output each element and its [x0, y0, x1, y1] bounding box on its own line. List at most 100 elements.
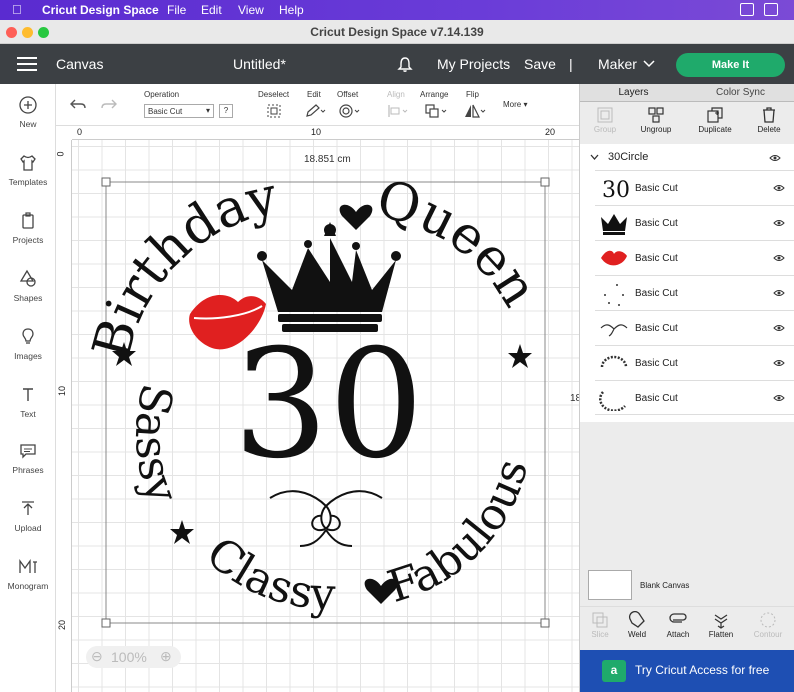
arrange-icon[interactable]: [424, 103, 450, 119]
operation-help-button[interactable]: ?: [219, 104, 233, 118]
weld-button[interactable]: Weld: [617, 607, 657, 639]
offset-icon[interactable]: [338, 103, 362, 119]
eye-icon[interactable]: [773, 359, 785, 367]
blank-canvas-swatch[interactable]: [588, 570, 632, 600]
resize-handle[interactable]: [101, 618, 111, 628]
flip-button[interactable]: Flip: [466, 90, 479, 99]
edit-button[interactable]: Edit: [307, 90, 321, 99]
nav-text[interactable]: Text: [0, 384, 56, 419]
app-menu[interactable]: Cricut Design Space: [42, 3, 159, 17]
eye-icon[interactable]: [773, 394, 785, 402]
control-icon[interactable]: [740, 3, 754, 16]
flatten-button[interactable]: Flatten: [701, 607, 741, 639]
mac-menu-bar:  Cricut Design Space File Edit View Hel…: [0, 0, 794, 20]
eye-icon[interactable]: [773, 324, 785, 332]
nav-projects[interactable]: Projects: [0, 210, 56, 245]
eject-icon[interactable]: [764, 3, 778, 16]
slice-button[interactable]: Slice: [580, 607, 620, 639]
menu-edit[interactable]: Edit: [201, 3, 222, 17]
apple-icon[interactable]: : [12, 2, 22, 17]
nav-label: Projects: [12, 235, 44, 245]
tool-label: Ungroup: [640, 125, 672, 134]
my-projects-link[interactable]: My Projects: [437, 56, 510, 72]
contour-icon: [760, 612, 776, 628]
align-icon[interactable]: [386, 103, 410, 119]
contour-button[interactable]: Contour: [748, 607, 788, 639]
menu-help[interactable]: Help: [279, 3, 304, 17]
tool-label: Slice: [591, 630, 609, 639]
nav-templates[interactable]: Templates: [0, 152, 56, 187]
group-button[interactable]: Group: [580, 102, 630, 134]
layer-row[interactable]: Basic Cut: [595, 275, 794, 310]
align-button[interactable]: Align: [387, 90, 405, 99]
layer-row[interactable]: Basic Cut: [595, 345, 794, 380]
eye-icon[interactable]: [773, 184, 785, 192]
resize-handle[interactable]: [101, 177, 111, 187]
operation-value: Basic Cut: [148, 107, 183, 116]
deselect-button[interactable]: Deselect: [258, 90, 289, 99]
layer-row[interactable]: Basic Cut: [595, 240, 794, 275]
group-icon: [597, 107, 613, 123]
panel-tabs: Layers Color Sync: [580, 84, 794, 102]
eye-icon[interactable]: [769, 154, 781, 162]
undo-icon[interactable]: [70, 98, 86, 112]
zoom-out-icon[interactable]: ⊖: [91, 648, 103, 665]
layers-panel: Layers Color Sync Group Ungroup Duplicat…: [579, 84, 794, 692]
make-it-button[interactable]: Make It: [676, 53, 785, 77]
zoom-in-icon[interactable]: ⊕: [160, 648, 172, 665]
tool-label: Contour: [753, 630, 783, 639]
window-title-bar: Cricut Design Space v7.14.139: [0, 20, 794, 44]
slice-icon: [592, 612, 608, 628]
tool-label: Group: [593, 125, 617, 134]
operation-label: Operation: [144, 90, 180, 99]
ungroup-button[interactable]: Ungroup: [631, 102, 681, 134]
layer-row[interactable]: 30 Basic Cut: [595, 170, 794, 205]
paperclip-icon: [669, 613, 687, 623]
layer-row[interactable]: Basic Cut: [595, 205, 794, 240]
nav-shapes[interactable]: Shapes: [0, 268, 56, 303]
bell-icon[interactable]: [397, 56, 413, 73]
hamburger-menu-icon[interactable]: [17, 57, 37, 75]
redo-icon[interactable]: [101, 98, 117, 112]
cricut-access-text: Try Cricut Access for free: [635, 663, 770, 677]
nav-upload[interactable]: Upload: [0, 498, 56, 533]
chevron-down-icon[interactable]: [643, 60, 655, 68]
tab-layers[interactable]: Layers: [580, 87, 687, 98]
resize-handle[interactable]: [540, 177, 550, 187]
pencil-icon[interactable]: [304, 103, 326, 119]
birthday-queen-design[interactable]: Birthday Queen Sassy Classy Fabulous 30: [56, 126, 579, 692]
eye-icon[interactable]: [773, 254, 785, 262]
resize-handle[interactable]: [540, 618, 550, 628]
deselect-icon[interactable]: [266, 103, 282, 119]
delete-button[interactable]: Delete: [744, 102, 794, 134]
layer-row[interactable]: Basic Cut: [595, 310, 794, 345]
tool-label: Attach: [666, 630, 690, 639]
document-title[interactable]: Untitled*: [233, 56, 286, 72]
more-button[interactable]: More ▾: [503, 100, 527, 109]
cricut-access-banner[interactable]: a Try Cricut Access for free: [580, 650, 794, 692]
menu-file[interactable]: File: [167, 3, 186, 17]
offset-button[interactable]: Offset: [337, 90, 358, 99]
eye-icon[interactable]: [773, 219, 785, 227]
machine-selector[interactable]: Maker: [598, 56, 637, 72]
menu-view[interactable]: View: [238, 3, 264, 17]
chevron-down-icon[interactable]: [590, 154, 599, 160]
duplicate-button[interactable]: Duplicate: [690, 102, 740, 134]
arrange-button[interactable]: Arrange: [420, 90, 448, 99]
design-canvas[interactable]: 0 10 20 0 10 20 18.851 cm 18 Birthday Qu…: [56, 126, 579, 692]
nav-phrases[interactable]: Phrases: [0, 440, 56, 475]
layer-group-row[interactable]: 30Circle: [580, 150, 794, 166]
eye-icon[interactable]: [773, 289, 785, 297]
layer-name: Basic Cut: [635, 183, 678, 194]
flip-icon[interactable]: [462, 103, 488, 119]
shapes-icon: [19, 269, 36, 287]
operation-select[interactable]: Basic Cut ▾: [144, 104, 214, 118]
nav-monogram[interactable]: Monogram: [0, 556, 56, 591]
save-button[interactable]: Save: [524, 56, 556, 72]
tab-color-sync[interactable]: Color Sync: [687, 87, 794, 98]
attach-button[interactable]: Attach: [658, 607, 698, 639]
layer-row[interactable]: Basic Cut: [595, 380, 794, 415]
left-sidebar: New Templates Projects Shapes Images Tex…: [0, 84, 56, 692]
nav-images[interactable]: Images: [0, 326, 56, 361]
nav-new[interactable]: New: [0, 94, 56, 129]
